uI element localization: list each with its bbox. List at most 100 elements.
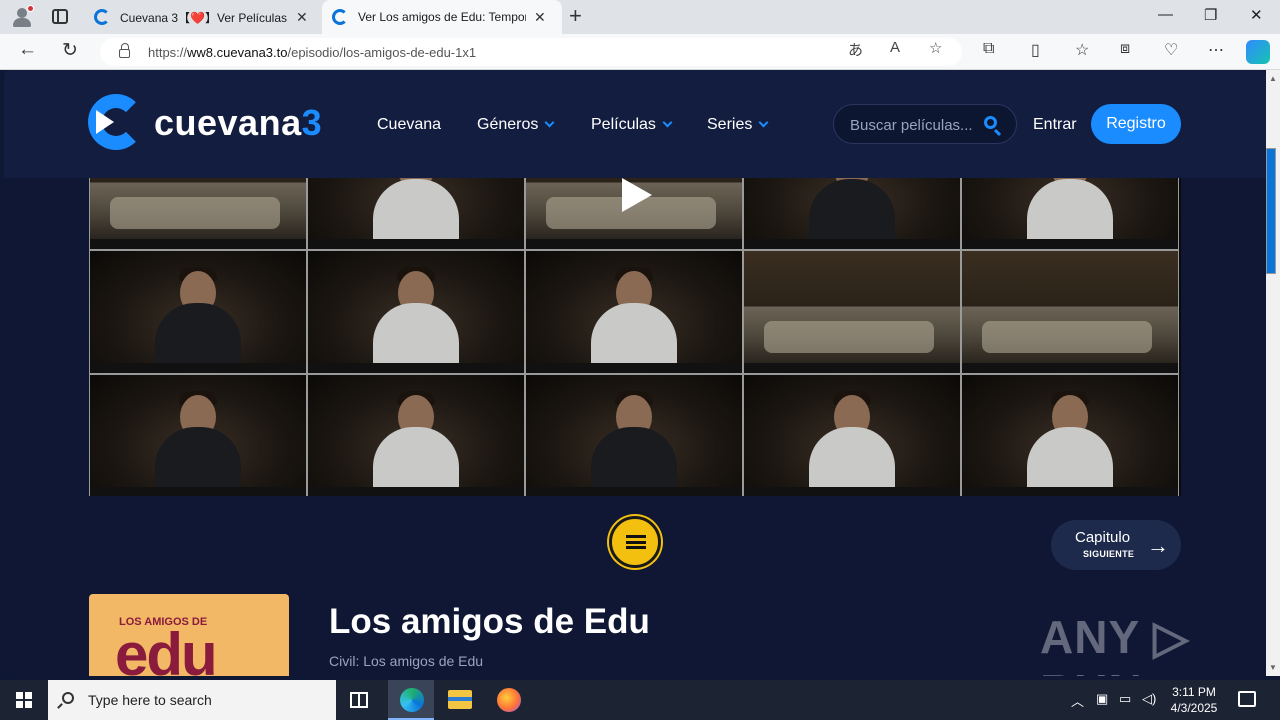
nav-generos[interactable]: Géneros: [477, 116, 555, 134]
close-window-icon[interactable]: ✕: [1250, 6, 1263, 24]
nav-cuevana[interactable]: Cuevana: [377, 116, 441, 134]
lock-icon: [119, 43, 130, 58]
read-aloud-icon[interactable]: A: [890, 39, 900, 56]
clock-date: 4/3/2025: [1170, 701, 1218, 715]
profile-icon[interactable]: [10, 5, 34, 29]
scrollbar-thumb[interactable]: [1266, 148, 1276, 274]
web-page: cuevana3 Cuevana Géneros Películas Serie…: [4, 70, 1266, 676]
page-scrollbar[interactable]: ▲ ▼: [1266, 70, 1280, 676]
copilot-icon[interactable]: [1246, 40, 1270, 64]
browser-tab-active[interactable]: Ver Los amigos de Edu: Tempora ✕: [322, 0, 562, 34]
site-header: cuevana3 Cuevana Géneros Películas Serie…: [4, 70, 1266, 178]
video-frame: [89, 250, 307, 374]
video-frame: [89, 374, 307, 496]
cuevana-logo-icon[interactable]: [88, 94, 146, 154]
browser-essentials-icon[interactable]: ♡: [1164, 40, 1178, 60]
search-input[interactable]: Buscar películas...: [833, 104, 1017, 144]
register-button[interactable]: Registro: [1091, 104, 1181, 144]
close-tab-icon[interactable]: ✕: [296, 9, 308, 26]
tray-device-icon[interactable]: ▣: [1096, 691, 1108, 707]
browser-tab[interactable]: Cuevana 3【❤️】Ver Películas, ver ✕: [84, 0, 320, 34]
video-frame: [743, 178, 961, 250]
video-frame: [961, 178, 1179, 250]
cuevana-favicon-icon: [332, 9, 348, 25]
video-frame: [743, 374, 961, 496]
episode-title: Los amigos de Edu: [329, 602, 650, 641]
show-poster[interactable]: LOS AMIGOS DE edu: [89, 594, 289, 676]
episode-list-button[interactable]: [609, 516, 661, 568]
favorites-icon[interactable]: ☆: [1075, 40, 1089, 60]
cuevana-favicon-icon: [94, 9, 110, 25]
video-frame: [961, 250, 1179, 374]
video-player[interactable]: [89, 178, 1181, 496]
url-field[interactable]: https://ww8.cuevana3.to/episodio/los-ami…: [100, 38, 962, 66]
network-icon[interactable]: ▭: [1119, 691, 1131, 707]
notifications-icon[interactable]: [1238, 691, 1256, 707]
more-menu-icon[interactable]: ⋯: [1208, 40, 1224, 60]
edge-icon: [400, 688, 424, 712]
video-frame: [525, 374, 743, 496]
translate-icon[interactable]: あ: [848, 39, 863, 60]
chevron-down-icon: [544, 117, 555, 128]
volume-icon[interactable]: ◁): [1142, 691, 1156, 707]
favorite-star-icon[interactable]: ☆: [929, 39, 942, 57]
video-frame: [525, 250, 743, 374]
video-frame: [307, 178, 525, 250]
firefox-icon: [497, 688, 521, 712]
taskbar-search-placeholder: Type here to search: [88, 692, 212, 708]
tray-chevron-icon[interactable]: ︿: [1071, 691, 1084, 710]
collections-icon[interactable]: ⧈: [1120, 40, 1130, 58]
windows-start-icon[interactable]: [16, 692, 32, 708]
restore-icon[interactable]: ❐: [1204, 6, 1217, 24]
next-episode-button[interactable]: Capitulo SIGUIENTE →: [1051, 520, 1181, 570]
close-tab-icon[interactable]: ✕: [534, 9, 546, 26]
scroll-up-icon[interactable]: ▲: [1269, 74, 1277, 83]
back-icon[interactable]: ←: [18, 39, 37, 61]
chevron-down-icon: [758, 117, 769, 128]
refresh-icon[interactable]: ↻: [62, 39, 78, 62]
task-view-icon[interactable]: [350, 692, 368, 708]
search-icon: [62, 692, 74, 704]
login-link[interactable]: Entrar: [1033, 116, 1077, 134]
site-logo-text[interactable]: cuevana3: [154, 102, 322, 144]
taskbar-edge[interactable]: [388, 680, 434, 720]
video-frame: [743, 250, 961, 374]
search-icon[interactable]: [984, 116, 997, 129]
next-label: Capitulo: [1075, 529, 1131, 546]
video-frame: [89, 178, 307, 250]
tab-actions-icon[interactable]: [52, 9, 68, 24]
video-frame: [307, 250, 525, 374]
new-tab-icon[interactable]: +: [569, 3, 582, 29]
tab-title: Ver Los amigos de Edu: Tempora: [358, 10, 526, 24]
tab-title: Cuevana 3【❤️】Ver Películas, ver: [120, 10, 288, 25]
episode-subtitle: Civil: Los amigos de Edu: [329, 653, 484, 669]
taskbar-file-explorer[interactable]: [436, 680, 482, 720]
list-icon: [626, 535, 646, 549]
video-frame: [307, 374, 525, 496]
play-icon[interactable]: [622, 178, 652, 212]
taskbar-search-input[interactable]: Type here to search: [48, 680, 336, 720]
chevron-down-icon: [662, 117, 673, 128]
nav-series[interactable]: Series: [707, 116, 769, 134]
search-placeholder: Buscar películas...: [850, 117, 973, 134]
split-screen-icon[interactable]: ▯: [1031, 40, 1040, 60]
next-sublabel: SIGUIENTE: [1083, 549, 1135, 559]
poster-title: edu: [115, 621, 218, 676]
minimize-icon[interactable]: —: [1158, 6, 1173, 23]
extensions-icon[interactable]: ⧉: [983, 40, 994, 58]
video-thumbnail-grid: [89, 178, 1179, 496]
clock-time: 3:11 PM: [1172, 685, 1216, 699]
folder-icon: [448, 690, 472, 709]
scroll-down-icon[interactable]: ▼: [1269, 663, 1277, 672]
taskbar: Type here to search ︿ ▣ ▭ ◁) 3:11 PM 4/3…: [0, 680, 1280, 720]
video-frame: [961, 374, 1179, 496]
nav-peliculas[interactable]: Películas: [591, 116, 673, 134]
anyrun-watermark: ANY ▷ RUN: [1040, 611, 1190, 676]
address-toolbar: ← ↻ https://ww8.cuevana3.to/episodio/los…: [0, 34, 1280, 70]
arrow-right-icon: →: [1147, 533, 1169, 558]
browser-tab-bar: Cuevana 3【❤️】Ver Películas, ver ✕ Ver Lo…: [0, 0, 1280, 34]
url-prefix: https://: [148, 44, 188, 60]
url-path: /episodio/los-amigos-de-edu-1x1: [287, 44, 477, 60]
taskbar-firefox[interactable]: [485, 680, 531, 720]
clock[interactable]: 3:11 PM 4/3/2025: [1166, 684, 1222, 716]
